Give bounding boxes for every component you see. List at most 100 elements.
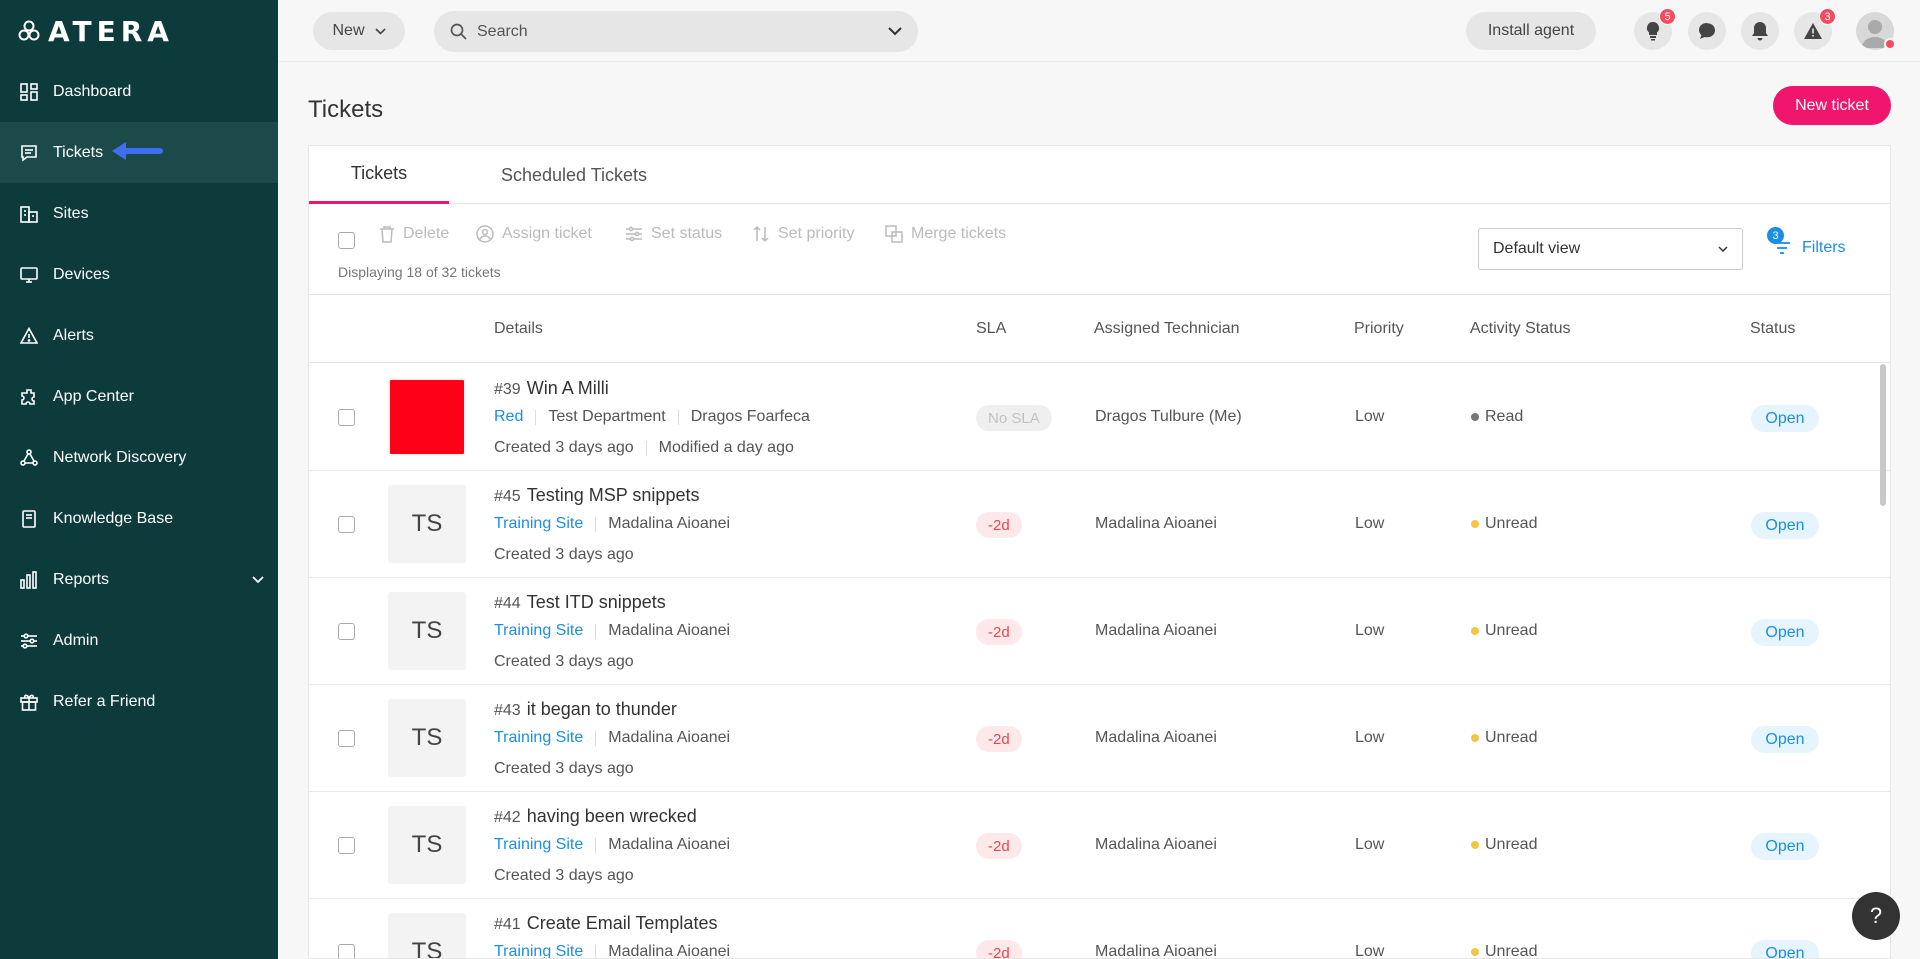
chevron-down-icon[interactable] xyxy=(888,27,902,36)
tab-tickets[interactable]: Tickets xyxy=(309,146,449,204)
priority-value: Low xyxy=(1355,515,1385,532)
table-row[interactable]: TS #45 Testing MSP snippets Training Site… xyxy=(309,471,1890,578)
row-checkbox[interactable] xyxy=(338,409,355,426)
ticket-site-link[interactable]: Training Site xyxy=(494,515,583,533)
ticket-number: #45 xyxy=(494,488,521,505)
sla-badge: -2d xyxy=(976,833,1022,859)
ticket-site-link[interactable]: Training Site xyxy=(494,622,583,640)
column-header-technician[interactable]: Assigned Technician xyxy=(1094,320,1240,338)
assigned-technician: Madalina Aioanei xyxy=(1095,836,1217,853)
ticket-title-line[interactable]: #43 it began to thunder xyxy=(494,699,677,720)
sidebar-item-network-discovery[interactable]: Network Discovery xyxy=(0,427,278,488)
unread-dot-icon xyxy=(1471,627,1479,635)
select-all-checkbox[interactable] xyxy=(338,232,355,249)
column-header-priority[interactable]: Priority xyxy=(1354,320,1404,338)
unread-dot-icon xyxy=(1471,841,1479,849)
priority-value: Low xyxy=(1355,408,1385,425)
search-input[interactable] xyxy=(477,22,888,41)
table-scrollbar[interactable] xyxy=(1880,364,1886,506)
ticket-title-line[interactable]: #41 Create Email Templates xyxy=(494,913,717,934)
column-header-status[interactable]: Status xyxy=(1750,320,1795,338)
new-ticket-button[interactable]: New ticket xyxy=(1773,86,1891,125)
devices-icon xyxy=(19,265,39,285)
table-row[interactable]: TS #41 Create Email Templates Training Si… xyxy=(309,899,1890,959)
row-checkbox[interactable] xyxy=(338,837,355,854)
activity-status-text: Unread xyxy=(1485,622,1538,639)
set-status-button[interactable]: Set status xyxy=(625,225,722,243)
row-checkbox[interactable] xyxy=(338,944,355,958)
sidebar-item-knowledge-base[interactable]: Knowledge Base xyxy=(0,488,278,549)
assigned-technician: Dragos Tulbure (Me) xyxy=(1095,408,1242,425)
delete-button[interactable]: Delete xyxy=(379,225,449,243)
status-dot xyxy=(1884,38,1896,50)
chat-button[interactable] xyxy=(1688,12,1726,50)
ticket-site-link[interactable]: Training Site xyxy=(494,943,583,958)
set-priority-label: Set priority xyxy=(778,225,855,242)
lightbulb-button[interactable]: 5 xyxy=(1634,8,1676,50)
ticket-title-line[interactable]: #44 Test ITD snippets xyxy=(494,592,666,613)
sidebar-item-app-center[interactable]: App Center xyxy=(0,366,278,427)
row-checkbox[interactable] xyxy=(338,516,355,533)
priority-value: Low xyxy=(1355,622,1385,639)
atera-logo[interactable]: ATERA xyxy=(18,15,174,48)
merge-tickets-button[interactable]: Merge tickets xyxy=(885,225,1006,243)
ticket-contact: Madalina Aioanei xyxy=(608,515,731,532)
assign-label: Assign ticket xyxy=(502,225,592,242)
column-header-details[interactable]: Details xyxy=(494,320,543,338)
ticket-title: having been wrecked xyxy=(526,806,697,826)
ticket-site-link[interactable]: Red xyxy=(494,408,523,426)
new-button[interactable]: New xyxy=(313,12,405,50)
search-bar[interactable] xyxy=(434,11,918,52)
ticket-site-link[interactable]: Training Site xyxy=(494,836,583,854)
ticket-number: #42 xyxy=(494,809,521,826)
chevron-down-icon[interactable] xyxy=(252,571,264,589)
assign-ticket-button[interactable]: Assign ticket xyxy=(476,225,592,243)
ticket-number: #43 xyxy=(494,702,521,719)
status-badge: Open xyxy=(1751,833,1819,860)
column-header-activity-status[interactable]: Activity Status xyxy=(1470,320,1570,338)
ticket-meta: Training Site Madalina Aioanei xyxy=(494,622,730,640)
ticket-meta: Training Site Madalina Aioanei xyxy=(494,943,730,958)
ticket-dates: Created 3 days ago xyxy=(494,867,634,885)
lightbulb-icon xyxy=(1646,21,1660,41)
status-badge: Open xyxy=(1751,512,1819,539)
ticket-thumbnail xyxy=(388,378,466,456)
sidebar-item-alerts[interactable]: Alerts xyxy=(0,305,278,366)
status-badge: Open xyxy=(1751,405,1819,432)
ticket-dates: Created 3 days ago Modified a day ago xyxy=(494,439,794,457)
sidebar-item-admin[interactable]: Admin xyxy=(0,610,278,671)
ticket-thumbnail: TS xyxy=(388,485,466,563)
ticket-title-line[interactable]: #42 having been wrecked xyxy=(494,806,697,827)
row-checkbox[interactable] xyxy=(338,623,355,640)
ticket-thumbnail: TS xyxy=(388,913,466,958)
install-agent-button[interactable]: Install agent xyxy=(1466,12,1596,50)
priority-value: Low xyxy=(1355,943,1385,959)
row-checkbox[interactable] xyxy=(338,730,355,747)
sidebar-item-label: Refer a Friend xyxy=(53,692,156,710)
ticket-site-link[interactable]: Training Site xyxy=(494,729,583,747)
sidebar-item-devices[interactable]: Devices xyxy=(0,244,278,305)
set-priority-button[interactable]: Set priority xyxy=(752,225,854,243)
view-select[interactable]: Default view xyxy=(1478,228,1743,270)
ticket-title-line[interactable]: #45 Testing MSP snippets xyxy=(494,485,699,506)
table-row[interactable]: TS #42 having been wrecked Training Site M… xyxy=(309,792,1890,899)
ticket-number: #41 xyxy=(494,916,521,933)
column-header-sla[interactable]: SLA xyxy=(976,320,1006,338)
help-button[interactable]: ? xyxy=(1852,892,1900,940)
dashboard-icon xyxy=(19,82,39,102)
filters-button[interactable]: 3 Filters xyxy=(1767,227,1846,257)
sidebar-item-dashboard[interactable]: Dashboard xyxy=(0,61,278,122)
table-row[interactable]: TS #44 Test ITD snippets Training Site Mad… xyxy=(309,578,1890,685)
table-row[interactable]: TS #43 it began to thunder Training Site M… xyxy=(309,685,1890,792)
ticket-dates: Created 3 days ago xyxy=(494,546,634,564)
sidebar-item-sites[interactable]: Sites xyxy=(0,183,278,244)
ticket-thumbnail: TS xyxy=(388,699,466,777)
notifications-button[interactable] xyxy=(1741,12,1779,50)
sidebar: ATERA Dashboard Tickets Sites Devices Al… xyxy=(0,0,278,959)
ticket-title-line[interactable]: #39 Win A Milli xyxy=(494,378,609,399)
sidebar-item-refer-a-friend[interactable]: Refer a Friend xyxy=(0,671,278,732)
sidebar-item-reports[interactable]: Reports xyxy=(0,549,278,610)
alerts-button[interactable]: 3 xyxy=(1794,8,1836,50)
tab-scheduled-tickets[interactable]: Scheduled Tickets xyxy=(469,146,679,204)
table-row[interactable]: #39 Win A Milli Red Test Department Dragos … xyxy=(309,364,1890,471)
